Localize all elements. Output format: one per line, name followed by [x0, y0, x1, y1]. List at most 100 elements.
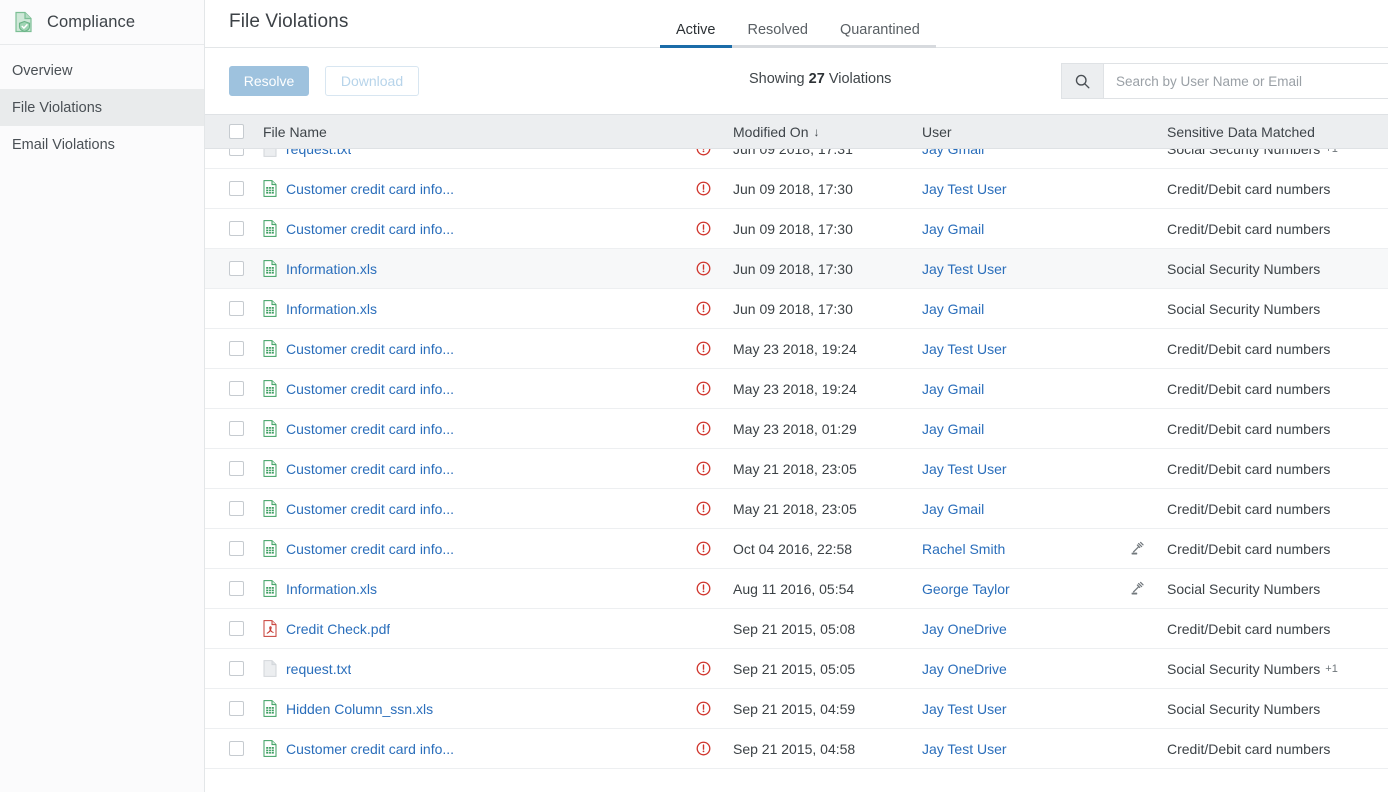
table-row[interactable]: Customer credit card info...Oct 04 2016,… — [205, 529, 1388, 569]
user-link[interactable]: Jay Gmail — [922, 221, 984, 237]
file-name-link[interactable]: Customer credit card info... — [286, 421, 454, 437]
row-checkbox[interactable] — [229, 701, 244, 716]
search-icon[interactable] — [1062, 64, 1104, 98]
column-header-sensitive-data[interactable]: Sensitive Data Matched — [1167, 124, 1388, 140]
tab-resolved[interactable]: Resolved — [732, 22, 824, 48]
cell-user: Jay Test User — [922, 461, 1122, 477]
table-row[interactable]: Customer credit card info...May 23 2018,… — [205, 329, 1388, 369]
file-name-link[interactable]: Customer credit card info... — [286, 541, 454, 557]
row-checkbox-cell — [229, 741, 255, 756]
file-name-link[interactable]: Information.xls — [286, 261, 377, 277]
sidebar-item-overview[interactable]: Overview — [0, 52, 204, 89]
row-checkbox[interactable] — [229, 581, 244, 596]
user-link[interactable]: Jay Gmail — [922, 421, 984, 437]
sidebar-item-email-violations[interactable]: Email Violations — [0, 126, 204, 163]
user-link[interactable]: Jay Test User — [922, 741, 1007, 757]
user-link[interactable]: Jay OneDrive — [922, 661, 1007, 677]
resolve-button[interactable]: Resolve — [229, 66, 309, 96]
user-link[interactable]: Rachel Smith — [922, 541, 1005, 557]
sensitive-data-value: Social Security Numbers — [1167, 701, 1320, 717]
table-row[interactable]: Customer credit card info... May 21 2018,… — [205, 489, 1388, 529]
file-name-link[interactable]: Customer credit card info... — [286, 741, 454, 757]
table-row[interactable]: Credit Check.pdfSep 21 2015, 05:08Jay On… — [205, 609, 1388, 649]
table-row[interactable]: Customer credit card info...May 23 2018,… — [205, 409, 1388, 449]
gavel-icon[interactable] — [1130, 541, 1146, 557]
table-row[interactable]: Information.xlsAug 11 2016, 05:54George … — [205, 569, 1388, 609]
file-name-link[interactable]: Customer credit card info... — [286, 341, 454, 357]
user-link[interactable]: Jay Test User — [922, 261, 1007, 277]
cell-warning — [693, 221, 713, 236]
row-checkbox[interactable] — [229, 301, 244, 316]
user-link[interactable]: Jay OneDrive — [922, 621, 1007, 637]
table-row[interactable]: Customer credit card info...May 23 2018,… — [205, 369, 1388, 409]
column-header-file-name[interactable]: File Name — [263, 124, 503, 140]
row-checkbox[interactable] — [229, 501, 244, 516]
select-all-checkbox[interactable] — [229, 124, 244, 139]
sensitive-data-more-badge[interactable]: +1 — [1325, 663, 1338, 675]
tab-quarantined[interactable]: Quarantined — [824, 22, 936, 48]
row-checkbox-cell — [229, 261, 255, 276]
file-name-link[interactable]: Information.xls — [286, 301, 377, 317]
user-link[interactable]: Jay Gmail — [922, 301, 984, 317]
sort-descending-icon[interactable]: ↓ — [813, 125, 819, 139]
cell-file-name: Information.xls — [263, 300, 503, 317]
table-row[interactable]: Customer credit card info...May 21 2018,… — [205, 449, 1388, 489]
file-name-link[interactable]: Customer credit card info... — [286, 461, 454, 477]
tab-active[interactable]: Active — [660, 22, 732, 48]
file-name-link[interactable]: Customer credit card info... — [286, 501, 454, 517]
download-button[interactable]: Download — [325, 66, 419, 96]
file-name-link[interactable]: request.txt — [286, 661, 351, 677]
file-name-link[interactable]: Credit Check.pdf — [286, 621, 390, 637]
row-checkbox[interactable] — [229, 621, 244, 636]
cell-user: Rachel Smith — [922, 541, 1122, 557]
table-row[interactable]: Hidden Column_ssn.xlsSep 21 2015, 04:59J… — [205, 689, 1388, 729]
row-checkbox[interactable] — [229, 181, 244, 196]
user-link[interactable]: George Taylor — [922, 581, 1010, 597]
table-row[interactable]: Information.xlsJun 09 2018, 17:30Jay Tes… — [205, 249, 1388, 289]
row-checkbox[interactable] — [229, 341, 244, 356]
table-row[interactable]: Information.xlsJun 09 2018, 17:30Jay Gma… — [205, 289, 1388, 329]
user-link[interactable]: Jay Gmail — [922, 381, 984, 397]
cell-warning — [693, 661, 713, 676]
cell-file-name: Customer credit card info... — [263, 180, 503, 197]
file-name-link[interactable]: request.txt — [286, 149, 351, 157]
sidebar-item-file-violations[interactable]: File Violations — [0, 89, 204, 126]
file-type-icon — [263, 540, 277, 557]
file-type-icon — [263, 260, 277, 277]
sensitive-data-more-badge[interactable]: +1 — [1325, 149, 1338, 155]
row-checkbox-cell — [229, 221, 255, 236]
file-name-link[interactable]: Hidden Column_ssn.xls — [286, 701, 433, 717]
file-name-link[interactable]: Customer credit card info... — [286, 181, 454, 197]
row-checkbox[interactable] — [229, 221, 244, 236]
user-link[interactable]: Jay Test User — [922, 701, 1007, 717]
search-box[interactable] — [1061, 63, 1388, 99]
gavel-icon[interactable] — [1130, 581, 1146, 597]
user-link[interactable]: Jay Test User — [922, 461, 1007, 477]
toolbar: Resolve Download Showing 27 Violations — [205, 48, 1388, 114]
user-link[interactable]: Jay Test User — [922, 341, 1007, 357]
column-header-modified-on[interactable]: Modified On ↓ — [733, 124, 913, 140]
cell-modified-on: May 21 2018, 23:05 — [733, 501, 913, 517]
row-checkbox[interactable] — [229, 261, 244, 276]
row-checkbox[interactable] — [229, 541, 244, 556]
search-input[interactable] — [1104, 64, 1388, 98]
file-name-link[interactable]: Customer credit card info... — [286, 221, 454, 237]
row-checkbox[interactable] — [229, 741, 244, 756]
row-checkbox[interactable] — [229, 381, 244, 396]
table-row[interactable]: request.txtSep 21 2015, 05:05Jay OneDriv… — [205, 649, 1388, 689]
table-row[interactable]: Customer credit card info...Sep 21 2015,… — [205, 729, 1388, 769]
file-name-link[interactable]: Customer credit card info... — [286, 381, 454, 397]
table-row[interactable]: request.txtJun 09 2018, 17:31Jay GmailSo… — [205, 149, 1388, 169]
table-row[interactable]: Customer credit card info...Jun 09 2018,… — [205, 169, 1388, 209]
row-checkbox[interactable] — [229, 661, 244, 676]
column-header-user[interactable]: User — [922, 124, 1122, 140]
file-name-link[interactable]: Information.xls — [286, 581, 377, 597]
sensitive-data-value: Social Security Numbers — [1167, 149, 1320, 157]
row-checkbox[interactable] — [229, 149, 244, 156]
table-row[interactable]: Customer credit card info...Jun 09 2018,… — [205, 209, 1388, 249]
user-link[interactable]: Jay Gmail — [922, 501, 984, 517]
user-link[interactable]: Jay Gmail — [922, 149, 984, 157]
row-checkbox[interactable] — [229, 421, 244, 436]
user-link[interactable]: Jay Test User — [922, 181, 1007, 197]
row-checkbox[interactable] — [229, 461, 244, 476]
